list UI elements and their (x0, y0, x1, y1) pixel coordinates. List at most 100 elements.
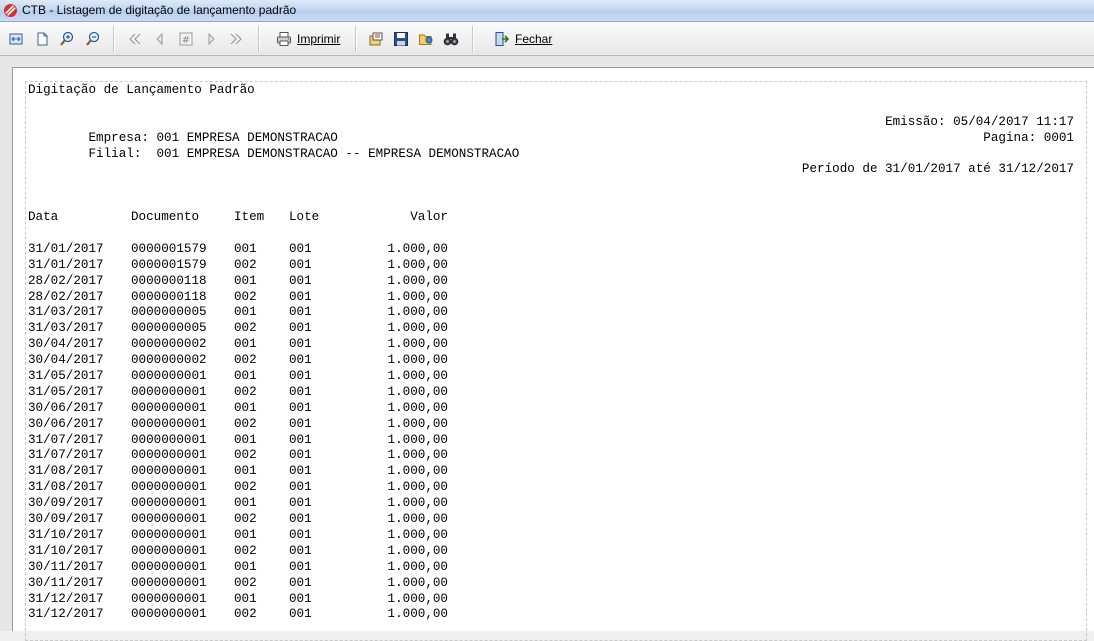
cell-lote: 001 (289, 496, 312, 511)
cell-data: 31/10/2017 (28, 543, 104, 558)
next-page-button[interactable] (201, 29, 221, 49)
cell-item: 002 (234, 448, 257, 463)
svg-text:#: # (182, 35, 190, 46)
previous-page-button[interactable] (150, 29, 170, 49)
cell-item: 001 (234, 464, 257, 479)
export-button[interactable] (366, 29, 386, 49)
cell-documento: 0000000001 (131, 559, 207, 574)
cell-item: 001 (234, 496, 257, 511)
zoom-in-button[interactable] (57, 29, 77, 49)
cell-documento: 0000000001 (131, 464, 207, 479)
cell-documento: 0000000001 (131, 496, 207, 511)
preview-toolbar: # Imprimir Fechar (0, 22, 1094, 56)
table-row: 30/04/2017 0000000002 002 001 1.000,00 (28, 353, 1074, 369)
first-page-icon (129, 33, 141, 45)
cell-documento: 0000000002 (131, 337, 207, 352)
cell-lote: 001 (289, 527, 312, 542)
cell-item: 001 (234, 432, 257, 447)
cell-data: 31/01/2017 (28, 241, 104, 256)
cell-lote: 001 (289, 512, 312, 527)
cell-lote: 001 (289, 241, 312, 256)
table-row: 30/09/2017 0000000001 001 001 1.000,00 (28, 496, 1074, 512)
preview-workspace[interactable]: Digitação de Lançamento Padrão Empresa: … (0, 56, 1094, 641)
table-body: 31/01/2017 0000001579 001 001 1.000,00 31/01/… (28, 242, 1074, 623)
cell-lote: 001 (289, 337, 312, 352)
cell-documento: 0000000001 (131, 543, 207, 558)
table-row: 31/08/2017 0000000001 001 001 1.000,00 (28, 464, 1074, 480)
cell-valor: 1.000,00 (387, 448, 448, 463)
go-to-page-button[interactable]: # (176, 29, 196, 49)
cell-documento: 0000000001 (131, 591, 207, 606)
column-header-valor: Valor (410, 210, 448, 225)
report-periodo: Período de 31/01/2017 até 31/12/2017 (801, 162, 1074, 177)
cell-documento: 0000000002 (131, 353, 207, 368)
cell-data: 31/05/2017 (28, 369, 104, 384)
table-row: 31/03/2017 0000000005 002 001 1.000,00 (28, 321, 1074, 337)
cell-documento: 0000000001 (131, 448, 207, 463)
open-button[interactable] (416, 29, 436, 49)
cell-data: 31/03/2017 (28, 305, 104, 320)
zoom-out-icon (86, 31, 100, 46)
last-page-button[interactable] (226, 29, 246, 49)
fit-page-button[interactable] (6, 29, 26, 49)
cell-item: 001 (234, 241, 257, 256)
report-content: Digitação de Lançamento Padrão Empresa: … (28, 83, 1074, 623)
cell-lote: 001 (289, 305, 312, 320)
cell-data: 31/10/2017 (28, 527, 104, 542)
cell-valor: 1.000,00 (387, 559, 448, 574)
cell-valor: 1.000,00 (387, 369, 448, 384)
single-page-button[interactable] (32, 29, 52, 49)
table-row: 31/05/2017 0000000001 001 001 1.000,00 (28, 369, 1074, 385)
cell-documento: 0000000001 (131, 400, 207, 415)
cell-lote: 001 (289, 448, 312, 463)
cell-valor: 1.000,00 (387, 543, 448, 558)
cell-valor: 1.000,00 (387, 464, 448, 479)
cell-data: 31/12/2017 (28, 591, 104, 606)
cell-lote: 001 (289, 400, 312, 415)
cell-valor: 1.000,00 (387, 527, 448, 542)
first-page-button[interactable] (125, 29, 145, 49)
cell-item: 002 (234, 575, 257, 590)
cell-item: 001 (234, 559, 257, 574)
last-page-icon (230, 33, 242, 45)
zoom-in-icon (60, 31, 74, 46)
single-page-icon (37, 32, 48, 46)
close-button[interactable]: Fechar (494, 29, 552, 49)
table-row: 31/01/2017 0000001579 002 001 1.000,00 (28, 258, 1074, 274)
find-button[interactable] (441, 29, 461, 49)
cell-lote: 001 (289, 575, 312, 590)
cell-item: 002 (234, 289, 257, 304)
exit-door-icon (495, 32, 510, 46)
cell-data: 31/08/2017 (28, 464, 104, 479)
save-button[interactable] (391, 29, 411, 49)
save-icon (394, 32, 408, 46)
print-button[interactable]: Imprimir (276, 29, 340, 49)
cell-valor: 1.000,00 (387, 241, 448, 256)
cell-item: 001 (234, 527, 257, 542)
table-row: 31/10/2017 0000000001 001 001 1.000,00 (28, 528, 1074, 544)
toolbar-separator (113, 26, 115, 52)
close-button-label: Fechar (515, 32, 553, 46)
cell-documento: 0000000001 (131, 512, 207, 527)
toolbar-separator (258, 26, 260, 52)
cell-documento: 0000000001 (131, 369, 207, 384)
table-row: 28/02/2017 0000000118 001 001 1.000,00 (28, 274, 1074, 290)
cell-valor: 1.000,00 (387, 257, 448, 272)
toolbar-separator (472, 26, 474, 52)
cell-documento: 0000000005 (131, 305, 207, 320)
cell-lote: 001 (289, 384, 312, 399)
cell-data: 30/11/2017 (28, 559, 104, 574)
cell-lote: 001 (289, 543, 312, 558)
cell-lote: 001 (289, 369, 312, 384)
cell-valor: 1.000,00 (387, 384, 448, 399)
cell-documento: 0000000118 (131, 289, 207, 304)
table-row: 31/03/2017 0000000005 001 001 1.000,00 (28, 305, 1074, 321)
table-row: 30/06/2017 0000000001 001 001 1.000,00 (28, 401, 1074, 417)
cell-item: 001 (234, 305, 257, 320)
zoom-out-button[interactable] (83, 29, 103, 49)
cell-item: 002 (234, 321, 257, 336)
window-titlebar[interactable]: CTB - Listagem de digitação de lançament… (0, 0, 1094, 22)
cell-lote: 001 (289, 591, 312, 606)
cell-documento: 0000000001 (131, 432, 207, 447)
cell-valor: 1.000,00 (387, 416, 448, 431)
